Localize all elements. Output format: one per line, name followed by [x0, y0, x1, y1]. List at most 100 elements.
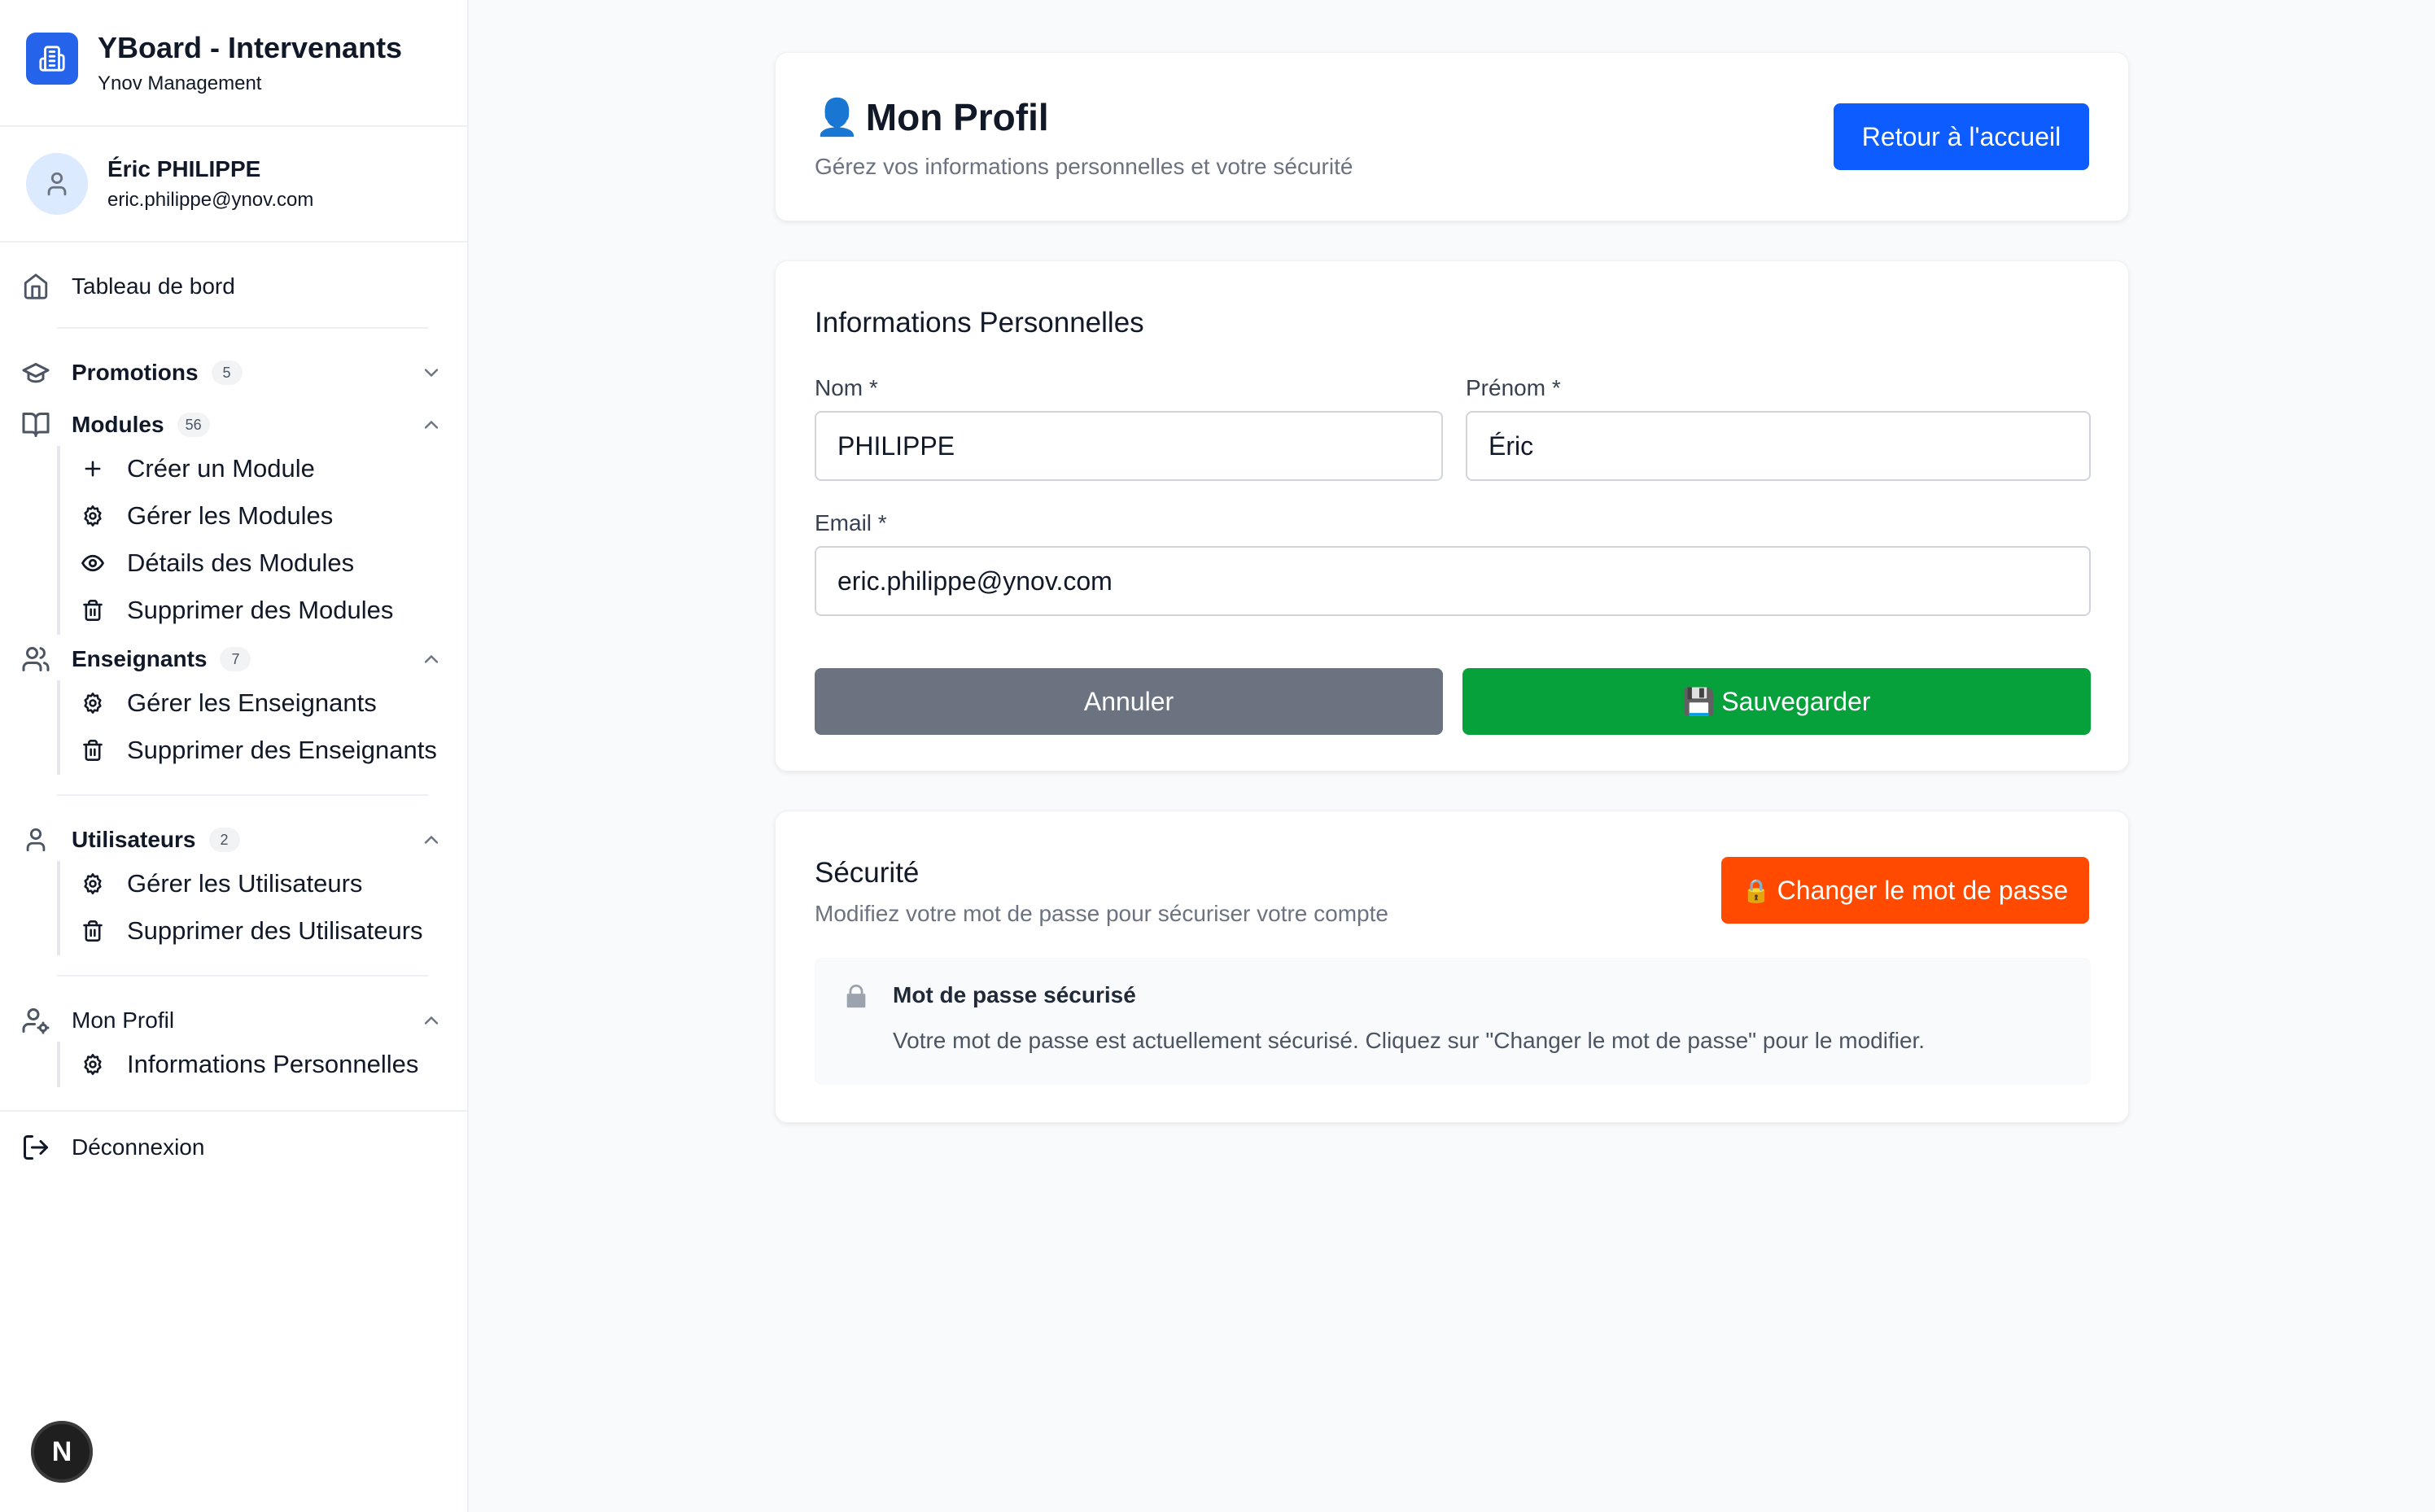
trash-icon: [78, 736, 107, 765]
home-icon: [20, 270, 52, 303]
chevron-up-icon[interactable]: [420, 648, 443, 671]
user-icon: [20, 824, 52, 856]
nav-teachers-label: Enseignants: [72, 646, 208, 671]
divider: [57, 794, 428, 796]
book-icon: [20, 409, 52, 441]
modules-count-badge: 56: [177, 413, 210, 437]
change-password-label: Changer le mot de passe: [1777, 875, 2069, 905]
nav-promotions[interactable]: Promotions 5: [20, 352, 451, 394]
submenu-line: [57, 446, 60, 635]
security-card: Sécurité Modifiez votre mot de passe pou…: [775, 811, 2129, 1123]
submenu-delete-teachers[interactable]: Supprimer des Enseignants: [78, 729, 437, 771]
user-cog-icon: [20, 1004, 52, 1037]
nav-teachers[interactable]: Enseignants 7: [20, 638, 451, 680]
password-status-box: Mot de passe sécurisé Votre mot de passe…: [815, 958, 2091, 1085]
lock-icon: [842, 982, 870, 1014]
app-title: YBoard - Intervenants: [98, 31, 403, 64]
lock-emoji-icon: 🔒: [1742, 877, 1771, 903]
submenu-line: [57, 861, 60, 955]
brand-header: YBoard - Intervenants Ynov Management: [0, 0, 467, 127]
submenu-module-details[interactable]: Détails des Modules: [78, 542, 354, 584]
page-subtitle: Gérez vos informations personnelles et v…: [815, 154, 1353, 179]
user-name: Éric PHILIPPE: [107, 156, 261, 181]
gear-icon: [78, 1050, 107, 1079]
users-count-badge: 2: [208, 828, 240, 852]
gear-icon: [78, 688, 107, 718]
gear-icon: [78, 869, 107, 898]
personal-info-title: Informations Personnelles: [815, 307, 1144, 339]
submenu-line: [57, 1042, 60, 1087]
teachers-count-badge: 7: [220, 647, 251, 671]
nav-profile[interactable]: Mon Profil: [20, 999, 451, 1042]
back-home-button[interactable]: Retour à l'accueil: [1834, 103, 2089, 170]
submenu-manage-teachers-label: Gérer les Enseignants: [127, 688, 377, 717]
trash-icon: [78, 596, 107, 625]
save-button[interactable]: 💾 Sauvegarder: [1462, 668, 2091, 735]
sidebar: YBoard - Intervenants Ynov Management Ér…: [0, 0, 469, 1512]
nav-logout[interactable]: Déconnexion: [20, 1126, 451, 1169]
divider: [57, 975, 428, 977]
plus-icon: [78, 454, 107, 483]
security-subtitle: Modifiez votre mot de passe pour sécuris…: [815, 901, 1388, 926]
graduation-cap-icon: [20, 356, 52, 389]
person-icon: 👤: [815, 98, 859, 138]
email-input[interactable]: [815, 546, 2091, 616]
submenu-delete-teachers-label: Supprimer des Enseignants: [127, 736, 437, 764]
save-button-label: Sauvegarder: [1721, 686, 1871, 716]
floppy-disk-icon: 💾: [1682, 687, 1716, 716]
password-status-title: Mot de passe sécurisé: [893, 982, 1136, 1007]
submenu-module-details-label: Détails des Modules: [127, 548, 355, 577]
submenu-create-module[interactable]: Créer un Module: [78, 448, 315, 490]
personal-info-card: Informations Personnelles Nom * Prénom *…: [775, 260, 2129, 771]
password-status-text: Votre mot de passe est actuellement sécu…: [893, 1028, 1926, 1053]
user-icon: [47, 172, 67, 196]
building-icon: [26, 33, 78, 85]
change-password-button[interactable]: 🔒 Changer le mot de passe: [1721, 857, 2089, 924]
first-name-label: Prénom *: [1466, 375, 1561, 400]
nav-modules[interactable]: Modules 56: [20, 404, 451, 446]
eye-icon: [78, 548, 107, 578]
nav-users[interactable]: Utilisateurs 2: [20, 819, 451, 861]
trash-icon: [78, 916, 107, 946]
last-name-input[interactable]: [815, 411, 1443, 481]
page-title-text: Mon Profil: [865, 96, 1049, 138]
nav-users-label: Utilisateurs: [72, 827, 196, 852]
submenu-manage-modules-label: Gérer les Modules: [127, 501, 334, 530]
submenu-delete-users-label: Supprimer des Utilisateurs: [127, 916, 423, 945]
submenu-manage-modules[interactable]: Gérer les Modules: [78, 495, 333, 537]
submenu-manage-teachers[interactable]: Gérer les Enseignants: [78, 682, 377, 724]
cancel-button[interactable]: Annuler: [815, 668, 1443, 735]
first-name-input[interactable]: [1466, 411, 2091, 481]
submenu-delete-modules-label: Supprimer des Modules: [127, 596, 394, 624]
user-email: eric.philippe@ynov.com: [107, 189, 314, 211]
divider: [57, 327, 428, 329]
app-subtitle: Ynov Management: [98, 72, 262, 94]
users-icon: [20, 643, 52, 675]
nav-promotions-label: Promotions: [72, 360, 199, 385]
gear-icon: [78, 501, 107, 531]
email-label: Email *: [815, 510, 887, 535]
promotions-count-badge: 5: [211, 361, 243, 385]
submenu-manage-users[interactable]: Gérer les Utilisateurs: [78, 863, 362, 905]
nav-dashboard[interactable]: Tableau de bord: [20, 265, 451, 308]
submenu-manage-users-label: Gérer les Utilisateurs: [127, 869, 363, 898]
last-name-label: Nom *: [815, 375, 878, 400]
profile-header-card: 👤 Mon Profil Gérez vos informations pers…: [775, 52, 2129, 221]
nav-dashboard-label: Tableau de bord: [72, 273, 235, 299]
chevron-up-icon[interactable]: [420, 828, 443, 851]
page-title: 👤 Mon Profil: [815, 95, 1049, 139]
dev-tools-badge[interactable]: N: [31, 1421, 93, 1483]
submenu-create-module-label: Créer un Module: [127, 454, 315, 483]
chevron-up-icon[interactable]: [420, 413, 443, 436]
submenu-personal-info[interactable]: Informations Personnelles: [78, 1043, 418, 1086]
logout-icon: [20, 1131, 52, 1164]
user-card: Éric PHILIPPE eric.philippe@ynov.com: [0, 127, 467, 243]
security-title: Sécurité: [815, 857, 920, 889]
divider: [0, 1110, 469, 1112]
chevron-down-icon[interactable]: [420, 361, 443, 384]
submenu-delete-modules[interactable]: Supprimer des Modules: [78, 589, 393, 631]
submenu-personal-info-label: Informations Personnelles: [127, 1050, 419, 1078]
nav-logout-label: Déconnexion: [72, 1134, 205, 1160]
submenu-delete-users[interactable]: Supprimer des Utilisateurs: [78, 910, 423, 952]
chevron-up-icon[interactable]: [420, 1009, 443, 1032]
